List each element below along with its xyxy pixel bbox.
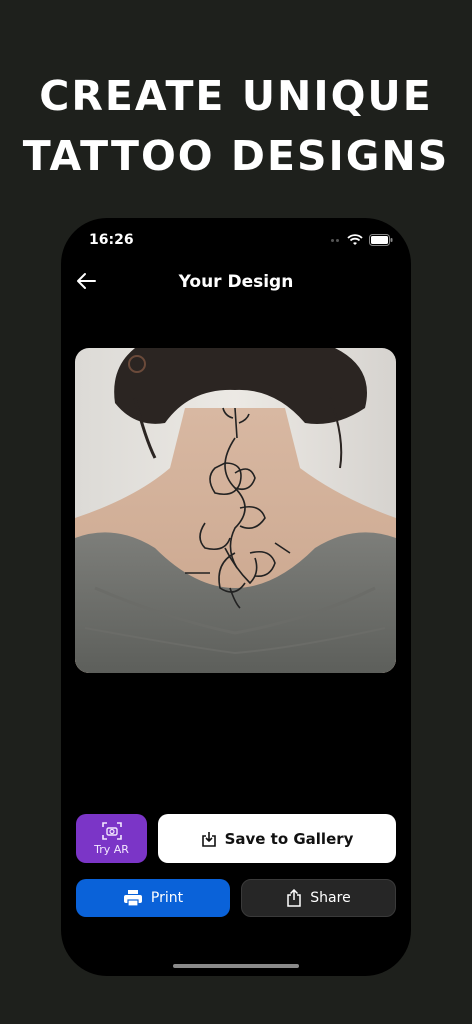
headline: CREATE UNIQUE TATTOO DESIGNS: [0, 66, 472, 186]
page-title: Your Design: [178, 272, 294, 292]
try-ar-button[interactable]: Try AR: [76, 814, 147, 863]
status-icons: [331, 234, 393, 246]
download-icon: [201, 831, 216, 847]
phone-frame: 16:26 Your Design Try AR Save to Gallery…: [61, 218, 411, 976]
headline-line-2: TATTOO DESIGNS: [22, 132, 450, 180]
wifi-icon: [347, 234, 363, 245]
print-button[interactable]: Print: [76, 879, 230, 917]
status-time: 16:26: [89, 232, 134, 248]
share-label: Share: [310, 890, 351, 906]
save-label: Save to Gallery: [224, 829, 354, 848]
tattoo-preview-image: [75, 348, 396, 673]
camera-scan-icon: [101, 821, 122, 840]
headline-line-1: CREATE UNIQUE: [39, 72, 433, 120]
save-to-gallery-button[interactable]: Save to Gallery: [158, 814, 396, 863]
share-icon: [287, 889, 302, 907]
home-indicator: [173, 964, 299, 968]
status-bar: 16:26: [61, 218, 411, 264]
print-label: Print: [150, 890, 184, 906]
try-ar-label: Try AR: [94, 842, 129, 856]
battery-icon: [369, 234, 393, 246]
printer-icon: [123, 890, 142, 907]
cellular-icon: [331, 238, 341, 242]
share-button[interactable]: Share: [241, 879, 396, 917]
nav-bar: Your Design: [61, 264, 411, 300]
